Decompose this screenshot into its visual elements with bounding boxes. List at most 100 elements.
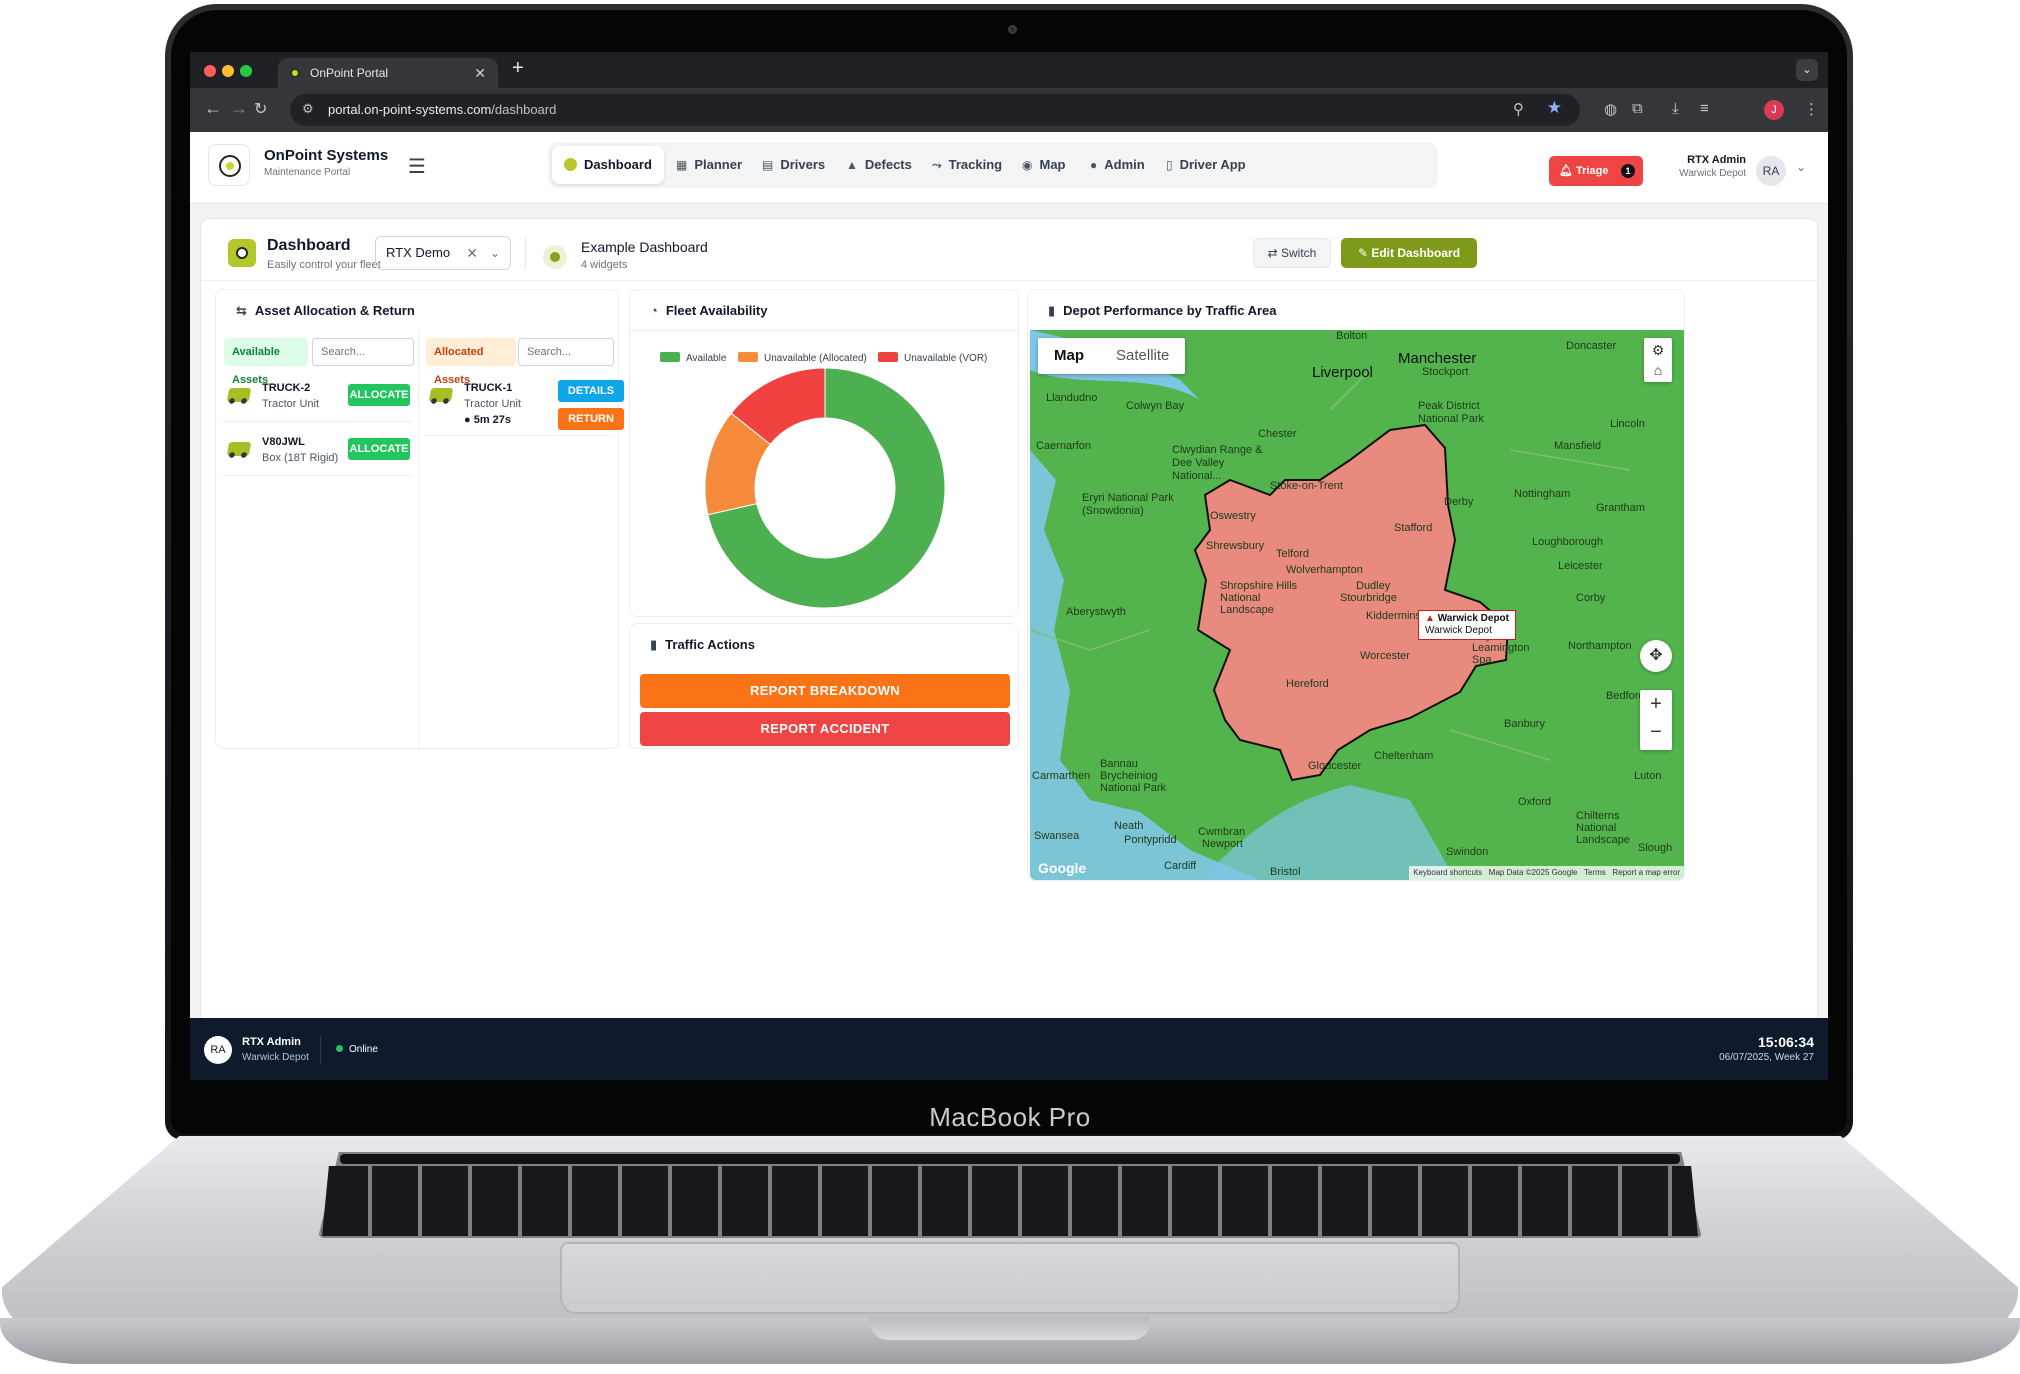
map-place-label: Liverpool <box>1312 364 1373 381</box>
map-place-label: Dudley <box>1356 580 1391 592</box>
profile-avatar[interactable]: J <box>1764 100 1784 120</box>
divider <box>525 237 526 269</box>
avatar[interactable]: RA <box>1756 156 1786 186</box>
keyboard-shortcuts-link[interactable]: Keyboard shortcuts <box>1413 868 1482 877</box>
maximize-window-button[interactable] <box>240 65 252 77</box>
map-place-label: Hereford <box>1286 678 1329 690</box>
divider <box>630 330 1018 331</box>
map-type-map-tab[interactable]: Map <box>1038 338 1100 374</box>
map-data-credit: Map Data ©2025 Google <box>1488 868 1578 877</box>
return-button[interactable]: RETURN <box>558 408 624 430</box>
hamburger-menu-icon[interactable]: ☰ <box>408 154 426 179</box>
available-search-input[interactable]: Search... <box>312 338 414 366</box>
edit-dashboard-button[interactable]: ✎ Edit Dashboard <box>1341 238 1477 268</box>
alert-icon: ▲ <box>1425 613 1438 624</box>
allocated-assets-header: Allocated Assets <box>426 338 516 386</box>
list-item[interactable]: V80JWL Box (18T Rigid) ALLOCATE <box>222 426 412 476</box>
allocate-button[interactable]: ALLOCATE <box>348 438 410 460</box>
chevron-down-icon[interactable]: ⌄ <box>1796 160 1806 174</box>
list-item[interactable]: TRUCK-2 Tractor Unit ALLOCATE <box>222 372 412 422</box>
legend-vor[interactable]: Unavailable (VOR) <box>878 352 987 364</box>
new-tab-button[interactable]: + <box>512 57 524 80</box>
site-info-icon[interactable]: ⚙ <box>302 101 314 117</box>
traffic-area-map[interactable]: Liverpool Manchester Stockport Bolton Do… <box>1030 330 1684 880</box>
legend-swatch <box>660 352 680 362</box>
report-accident-button[interactable]: REPORT ACCIDENT <box>640 712 1010 746</box>
forward-icon[interactable]: → <box>230 98 248 119</box>
download-icon[interactable]: ⤓ <box>1672 100 1679 117</box>
list-item[interactable]: TRUCK-1 Tractor Unit ● 5m 27s DETAILS RE… <box>424 372 624 436</box>
status-depot: Warwick Depot <box>242 1052 309 1063</box>
reading-list-icon[interactable]: ≡ <box>1700 100 1709 117</box>
app-logo[interactable] <box>208 144 250 186</box>
details-button[interactable]: DETAILS <box>558 380 624 402</box>
nav-map[interactable]: ◉ Map <box>1010 146 1077 184</box>
nav-defects[interactable]: ▲ Defects <box>834 146 924 184</box>
zoom-out-icon[interactable]: − <box>1640 718 1672 746</box>
bookmark-star-icon[interactable]: ★ <box>1547 98 1562 118</box>
webcam <box>1008 25 1017 34</box>
dashboard-icon <box>564 158 577 171</box>
layout-icon <box>543 245 567 269</box>
widget-title-text: Traffic Actions <box>665 637 755 652</box>
minimize-window-button[interactable] <box>222 65 234 77</box>
recenter-icon[interactable]: ✥ <box>1640 640 1672 672</box>
report-map-error-link[interactable]: Report a map error <box>1612 868 1680 877</box>
laptop-brand-label: MacBook Pro <box>929 1102 1091 1132</box>
browser-tab[interactable]: OnPoint Portal ✕ <box>278 58 498 88</box>
legend-allocated[interactable]: Unavailable (Allocated) <box>738 352 867 364</box>
depot-marker-title: ▲ Warwick Depot <box>1425 613 1509 624</box>
asset-name: TRUCK-1 <box>464 382 513 394</box>
map-place-label: Stafford <box>1394 522 1433 534</box>
user-depot: Warwick Depot <box>1679 168 1746 179</box>
reload-icon[interactable]: ↻ <box>254 99 267 119</box>
map-type-control: Map Satellite <box>1038 338 1186 374</box>
zoom-in-icon[interactable]: + <box>1640 690 1672 718</box>
tab-search-icon[interactable]: ⌄ <box>1796 59 1818 81</box>
company-select-value: RTX Demo <box>386 245 451 260</box>
report-breakdown-button[interactable]: REPORT BREAKDOWN <box>640 674 1010 708</box>
allocate-button[interactable]: ALLOCATE <box>348 384 410 406</box>
triage-button[interactable]: 🔔︎ Triage 1 <box>1549 156 1643 186</box>
tab-title: OnPoint Portal <box>310 66 389 80</box>
map-place-label: Grantham <box>1596 502 1645 514</box>
user-icon: ● <box>1090 158 1098 172</box>
widget-title-text: Depot Performance by Traffic Area <box>1063 303 1277 318</box>
browser-menu-icon[interactable]: ⋮ <box>1804 100 1819 118</box>
map-attribution: Keyboard shortcuts Map Data ©2025 Google… <box>1409 866 1684 880</box>
back-icon[interactable]: ← <box>204 98 222 119</box>
clear-icon[interactable]: ✕ <box>466 237 478 269</box>
trackpad <box>560 1242 1460 1314</box>
map-place-label: Loughborough <box>1532 536 1603 548</box>
map-type-satellite-tab[interactable]: Satellite <box>1100 338 1185 374</box>
nav-planner[interactable]: ▦ Planner <box>664 146 754 184</box>
dashboard-card: Dashboard Easily control your fleet RTX … <box>200 218 1818 1026</box>
terms-link[interactable]: Terms <box>1584 868 1606 877</box>
extension-globe-icon[interactable]: ◍ <box>1604 100 1617 118</box>
user-info[interactable]: RTX Admin Warwick Depot <box>1660 154 1746 179</box>
extensions-puzzle-icon[interactable]: ⧉ <box>1632 100 1643 117</box>
nav-admin[interactable]: ● Admin <box>1078 146 1157 184</box>
switch-button[interactable]: ⇄ Switch <box>1253 238 1331 268</box>
allocated-search-input[interactable]: Search... <box>518 338 614 366</box>
address-bar[interactable]: ⚙ portal.on-point-systems.com/dashboard … <box>290 94 1580 126</box>
nav-drivers[interactable]: ▤ Drivers <box>750 146 837 184</box>
nav-dashboard[interactable]: Dashboard <box>552 146 664 184</box>
globe-icon: ◉ <box>1022 158 1033 172</box>
chevron-down-icon[interactable]: ⌄ <box>490 237 500 269</box>
map-place-label: Pontypridd <box>1124 834 1177 846</box>
depot-marker[interactable]: ▲ Warwick Depot Warwick Depot <box>1418 610 1516 640</box>
map-place-label: Peak District National Park <box>1418 400 1485 425</box>
nav-driver-app[interactable]: ▯ Driver App <box>1154 146 1258 184</box>
map-place-label: Northampton <box>1568 640 1632 652</box>
timer-value: 5m 27s <box>473 414 512 426</box>
gear-icon[interactable]: ⚙ <box>1644 340 1672 360</box>
home-icon[interactable]: ⌂ <box>1644 360 1672 380</box>
nav-label: Dashboard <box>584 157 652 172</box>
zoom-icon[interactable]: ⚲ <box>1513 100 1524 118</box>
company-select[interactable]: RTX Demo ✕ ⌄ <box>375 236 511 270</box>
legend-available[interactable]: Available <box>660 352 726 364</box>
close-window-button[interactable] <box>204 65 216 77</box>
nav-tracking[interactable]: ⤳ Tracking <box>920 146 1014 184</box>
close-tab-icon[interactable]: ✕ <box>474 58 486 88</box>
